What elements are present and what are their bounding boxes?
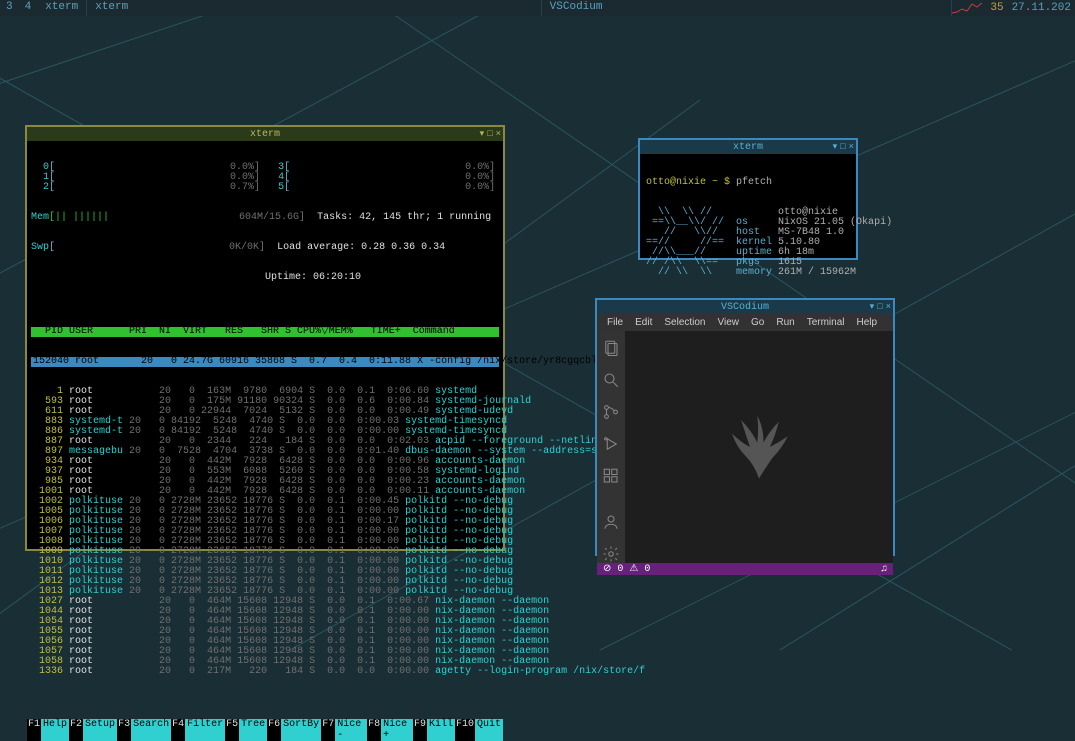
swp-meter: Swp[0K/0K] Load average: 0.28 0.36 0.34 bbox=[31, 243, 499, 253]
fkey-label[interactable]: Search bbox=[131, 719, 171, 741]
pfetch-line: // \\ \\ memory 261M / 15962M bbox=[646, 268, 850, 278]
menu-view[interactable]: View bbox=[714, 316, 744, 329]
fkey-F1[interactable]: F1 bbox=[27, 719, 41, 741]
menu-go[interactable]: Go bbox=[747, 316, 768, 329]
minimize-icon[interactable]: ▾ bbox=[870, 300, 875, 314]
search-icon[interactable] bbox=[602, 371, 620, 389]
fkey-F5[interactable]: F5 bbox=[225, 719, 239, 741]
menu-terminal[interactable]: Terminal bbox=[803, 316, 849, 329]
workspace-3[interactable]: 3 bbox=[0, 0, 19, 16]
maximize-icon[interactable]: □ bbox=[877, 300, 882, 314]
editor-area[interactable] bbox=[625, 331, 893, 563]
minimize-icon[interactable]: ▾ bbox=[833, 140, 838, 154]
xterm-pfetch-window[interactable]: xterm ▾ □ × otto@nixie ~ $ pfetch \\ \\ … bbox=[638, 138, 858, 260]
close-icon[interactable]: × bbox=[496, 127, 501, 141]
process-row[interactable]: 1336 root 20 0 217M 220 184 S 0.0 0.0 0:… bbox=[31, 667, 499, 677]
fkey-F8[interactable]: F8 bbox=[367, 719, 381, 741]
taskbar-label: 35 bbox=[986, 1, 1007, 15]
menu-run[interactable]: Run bbox=[772, 316, 798, 329]
status-problems[interactable]: ⊘ 0 ⚠ 0 bbox=[603, 563, 650, 575]
xterm-htop-titlebar[interactable]: xterm ▾ □ × bbox=[27, 127, 503, 141]
close-icon[interactable]: × bbox=[849, 140, 854, 154]
vscodium-logo-icon bbox=[714, 402, 804, 492]
xterm-htop-window[interactable]: xterm ▾ □ × 0[0.0%] 3[0.0%] 1[0.0%] 4[0.… bbox=[25, 125, 505, 551]
vscodium-menubar: File Edit Selection ViewGo Run Terminal Help bbox=[597, 314, 893, 331]
fkey-label[interactable]: Quit bbox=[475, 719, 503, 741]
menu-file[interactable]: File bbox=[603, 316, 627, 329]
status-notifications-icon[interactable]: ♫ bbox=[881, 564, 887, 575]
htop-footer[interactable]: F1Help F2Setup F3SearchF4FilterF5Tree F6… bbox=[27, 719, 503, 741]
fkey-F6[interactable]: F6 bbox=[267, 719, 281, 741]
fkey-F4[interactable]: F4 bbox=[171, 719, 185, 741]
status-bar[interactable]: ⊘ 0 ⚠ 0 ♫ bbox=[597, 563, 893, 575]
task-vscodium[interactable]: VSCodium bbox=[542, 0, 953, 16]
menu-edit[interactable]: Edit bbox=[631, 316, 656, 329]
maximize-icon[interactable]: □ bbox=[487, 127, 492, 141]
uptime: Uptime: 06:20:10 bbox=[31, 273, 499, 283]
cpu-meter-row: 2[0.7%] 5[0.0%] bbox=[31, 183, 499, 193]
fkey-label[interactable]: Tree bbox=[239, 719, 267, 741]
window-title: VSCodium bbox=[721, 302, 769, 313]
close-icon[interactable]: × bbox=[886, 300, 891, 314]
taskbar-date: 27.11.202 bbox=[1008, 1, 1075, 15]
fkey-F3[interactable]: F3 bbox=[117, 719, 131, 741]
fkey-F2[interactable]: F2 bbox=[69, 719, 83, 741]
pfetch-command: pfetch bbox=[736, 177, 772, 188]
fkey-label[interactable]: Setup bbox=[83, 719, 117, 741]
menu-help[interactable]: Help bbox=[853, 316, 882, 329]
fkey-label[interactable]: Nice - bbox=[335, 719, 367, 741]
fkey-F9[interactable]: F9 bbox=[413, 719, 427, 741]
taskbar: 3 4 xterm xterm VSCodium 35 27.11.202 bbox=[0, 0, 1075, 16]
fkey-label[interactable]: Kill bbox=[427, 719, 455, 741]
xterm-pfetch-titlebar[interactable]: xterm ▾ □ × bbox=[640, 140, 856, 154]
fkey-label[interactable]: SortBy bbox=[281, 719, 321, 741]
source-control-icon[interactable] bbox=[602, 403, 620, 421]
menu-selection[interactable]: Selection bbox=[660, 316, 709, 329]
debug-icon[interactable] bbox=[602, 435, 620, 453]
account-icon[interactable] bbox=[602, 513, 620, 531]
settings-gear-icon[interactable] bbox=[602, 545, 620, 563]
task-xterm-1[interactable]: xterm bbox=[37, 0, 87, 16]
extensions-icon[interactable] bbox=[602, 467, 620, 485]
task-xterm-2[interactable]: xterm bbox=[87, 0, 541, 16]
fkey-label[interactable]: Nice + bbox=[381, 719, 413, 741]
htop-selected-row[interactable]: 152040 root 20 0 24.7G 60916 35868 S 0.7… bbox=[31, 357, 499, 367]
window-title: xterm bbox=[250, 129, 280, 140]
shell-prompt: otto@nixie ~ $ bbox=[646, 177, 736, 188]
vscodium-titlebar[interactable]: VSCodium ▾ □ × bbox=[597, 300, 893, 314]
fkey-label[interactable]: Help bbox=[41, 719, 69, 741]
mem-meter: Mem[|| ||||||604M/15.6G] Tasks: 42, 145 … bbox=[31, 213, 499, 223]
htop-content[interactable]: 0[0.0%] 3[0.0%] 1[0.0%] 4[0.0%] 2[0.7%] … bbox=[27, 141, 503, 719]
htop-header[interactable]: PID USER PRI NI VIRT RES SHR S CPU%▽MEM%… bbox=[31, 327, 499, 337]
cpu-meters: 0[0.0%] 3[0.0%] 1[0.0%] 4[0.0%] 2[0.7%] … bbox=[31, 163, 499, 193]
window-title: xterm bbox=[733, 142, 763, 153]
cpu-graph-icon bbox=[952, 1, 982, 15]
workspace-4[interactable]: 4 bbox=[19, 0, 38, 16]
maximize-icon[interactable]: □ bbox=[840, 140, 845, 154]
fkey-F7[interactable]: F7 bbox=[321, 719, 335, 741]
minimize-icon[interactable]: ▾ bbox=[480, 127, 485, 141]
explorer-icon[interactable] bbox=[602, 339, 620, 357]
fkey-F10[interactable]: F10 bbox=[455, 719, 475, 741]
vscodium-window[interactable]: VSCodium ▾ □ × File Edit Selection ViewGo Ru… bbox=[595, 298, 895, 556]
activity-bar bbox=[597, 331, 625, 563]
fkey-label[interactable]: Filter bbox=[185, 719, 225, 741]
